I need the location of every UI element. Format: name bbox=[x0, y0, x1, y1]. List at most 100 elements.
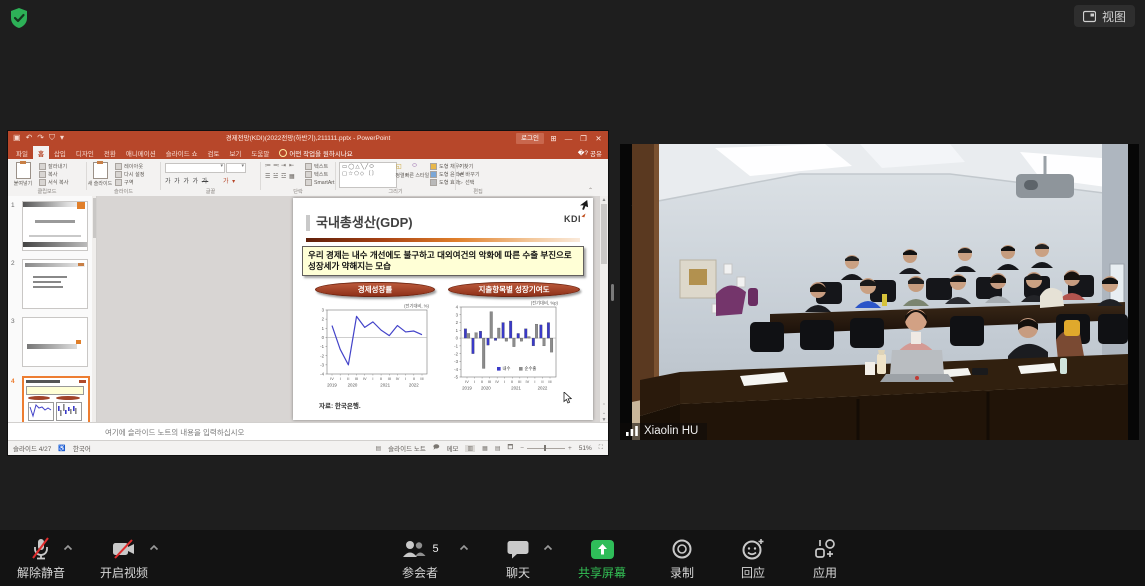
font-color-buttons[interactable]: 가 ▾ bbox=[223, 176, 236, 185]
paste-label[interactable]: 붙여넣기 bbox=[9, 180, 37, 187]
slide-thumbnail-panel[interactable]: 1 2 3 bbox=[8, 196, 97, 423]
notes-placeholder[interactable]: 여기에 슬라이드 노트의 내용을 입력하십시오 bbox=[105, 427, 244, 438]
participants-options-caret[interactable] bbox=[458, 542, 470, 554]
format-painter-button[interactable]: 서식 복사 bbox=[39, 179, 69, 186]
paragraph-group-label: 단락 bbox=[261, 188, 335, 195]
tab-insert[interactable]: 삽입 bbox=[49, 146, 71, 159]
slideshow-view-icon[interactable]: 🗖 bbox=[507, 443, 513, 453]
tab-design[interactable]: 디자인 bbox=[71, 146, 99, 159]
close-icon[interactable]: ✕ bbox=[591, 134, 606, 143]
shapes-gallery[interactable]: ▭◯△╲╱⬭▢☆⬠◇〔〕 bbox=[339, 162, 397, 188]
zoom-percent[interactable]: 51% bbox=[579, 445, 592, 452]
editing-group-label: 편집 bbox=[456, 188, 500, 195]
replace-button[interactable]: ⇄바꾸기 bbox=[459, 171, 480, 178]
ppt-login-button[interactable]: 로그인 bbox=[516, 133, 544, 144]
gdp-growth-line-chart: -4-3-2-10123(전기대비, %)IVIIIIIIIVIIIIIIIVI… bbox=[311, 302, 431, 394]
start-slideshow-icon[interactable]: ⛉ bbox=[49, 133, 55, 143]
tab-file[interactable]: 파일 bbox=[11, 146, 33, 159]
tab-view[interactable]: 보기 bbox=[224, 146, 246, 159]
paste-icon[interactable] bbox=[16, 162, 31, 179]
language-indicator[interactable]: 한국어 bbox=[73, 443, 91, 453]
quick-styles-icon[interactable]: ⬭ bbox=[412, 163, 418, 170]
font-name-combobox[interactable] bbox=[165, 163, 225, 173]
cut-button[interactable]: 잘라내기 bbox=[39, 163, 67, 170]
comments-toggle[interactable]: 메모 bbox=[447, 443, 459, 453]
tab-home[interactable]: 홈 bbox=[33, 146, 49, 159]
new-slide-label[interactable]: 새 슬라이드 bbox=[87, 180, 113, 187]
smartart-button[interactable]: SmartArt bbox=[305, 179, 334, 186]
tab-slideshow[interactable]: 슬라이드 쇼 bbox=[161, 146, 203, 159]
fit-to-window-icon[interactable]: ⛶ bbox=[599, 445, 603, 452]
view-button-label: 视图 bbox=[1102, 8, 1126, 25]
video-options-caret[interactable] bbox=[148, 542, 160, 554]
quick-styles-label[interactable]: 빠른 스타일 bbox=[404, 172, 430, 179]
tab-animations[interactable]: 애니메이션 bbox=[121, 146, 161, 159]
ppt-notes-pane[interactable]: 여기에 슬라이드 노트의 내용을 입력하십시오 bbox=[8, 422, 608, 441]
participant-video-tile[interactable]: Xiaolin HU bbox=[620, 144, 1139, 440]
copy-button[interactable]: 복사 bbox=[39, 171, 58, 178]
layout-button[interactable]: 레이아웃 bbox=[115, 163, 143, 170]
zoom-slider[interactable]: −+ bbox=[520, 445, 572, 452]
tellme-box[interactable]: 어떤 작업을 원하시나요 bbox=[274, 146, 357, 159]
svg-text:IV: IV bbox=[495, 379, 499, 384]
tab-transitions[interactable]: 전환 bbox=[99, 146, 121, 159]
ppt-status-bar: 슬라이드 4/27 ♿ 한국어 ▤ 슬라이드 노트 🗩 메모 ▥ ▦ ▤ 🗖 −… bbox=[8, 440, 608, 455]
slide-thumbnail-3[interactable] bbox=[22, 317, 88, 367]
font-size-combobox[interactable] bbox=[226, 163, 246, 173]
camera-off-icon bbox=[111, 538, 137, 560]
notes-toggle[interactable]: 슬라이드 노트 bbox=[388, 443, 426, 453]
new-slide-icon[interactable] bbox=[93, 162, 108, 179]
reactions-button[interactable]: 回应 bbox=[717, 537, 789, 581]
ppt-ribbon: 붙여넣기 잘라내기 복사 서식 복사 클립보드 새 슬라이드 레이아웃 다시 설… bbox=[8, 159, 608, 197]
font-style-buttons[interactable]: 가 가 가 가 가 bbox=[165, 176, 208, 185]
tab-review[interactable]: 검토 bbox=[202, 146, 224, 159]
redo-icon[interactable]: ↷ bbox=[37, 133, 44, 143]
slide-sorter-view-icon[interactable]: ▦ bbox=[482, 445, 488, 452]
ppt-quick-access-toolbar[interactable]: ▣ ↶ ↷ ⛉ ▾ bbox=[13, 133, 64, 143]
slide-thumbnail-1[interactable] bbox=[22, 201, 88, 251]
reset-button[interactable]: 다시 설정 bbox=[115, 171, 145, 178]
select-button[interactable]: ▷선택 bbox=[459, 179, 475, 186]
tellme-label: 어떤 작업을 원하시나요 bbox=[289, 148, 352, 158]
security-shield-icon[interactable] bbox=[8, 7, 30, 29]
slide-thumbnail-2[interactable] bbox=[22, 259, 88, 309]
text-direction-button[interactable]: 텍스트 bbox=[305, 163, 328, 170]
chat-options-caret[interactable] bbox=[542, 542, 554, 554]
view-button[interactable]: 视图 bbox=[1074, 5, 1135, 27]
svg-text:2: 2 bbox=[322, 317, 325, 322]
section-icon bbox=[115, 179, 122, 186]
ribbon-group-drawing: ▭◯△╲╱⬭▢☆⬠◇〔〕 ◱ 정렬 ⬭ 빠른 스타일 도형 채우기 도형 윤곽선… bbox=[336, 159, 455, 195]
slide-title: 국내총생산(GDP) bbox=[306, 215, 413, 231]
normal-view-icon[interactable]: ▥ bbox=[465, 445, 475, 452]
collapse-ribbon-icon[interactable]: ⌃ bbox=[588, 187, 593, 194]
share-label: 공유 bbox=[590, 148, 602, 158]
maximize-icon[interactable]: ❐ bbox=[576, 134, 591, 143]
ribbon-display-options-icon[interactable]: ⊞ bbox=[546, 134, 561, 143]
person-icon: �? bbox=[578, 149, 588, 157]
align-buttons[interactable]: ☰☱☲▦ bbox=[265, 173, 297, 180]
participants-button[interactable]: 5 参会者 bbox=[384, 537, 456, 581]
list-buttons[interactable]: ≔≕⇥⇤ bbox=[265, 162, 297, 169]
undo-icon[interactable]: ↶ bbox=[26, 133, 33, 143]
reading-view-icon[interactable]: ▤ bbox=[495, 445, 501, 452]
tab-help[interactable]: 도움말 bbox=[246, 146, 274, 159]
record-button[interactable]: 录制 bbox=[646, 537, 718, 581]
find-button[interactable]: ⌕찾기 bbox=[459, 163, 473, 170]
classroom-scene bbox=[620, 144, 1139, 440]
svg-text:I: I bbox=[474, 379, 475, 384]
section-button[interactable]: 구역 bbox=[115, 179, 134, 186]
save-icon[interactable]: ▣ bbox=[13, 133, 21, 143]
arrange-icon[interactable]: ◱ bbox=[396, 163, 403, 170]
align-text-button[interactable]: 텍스트 bbox=[305, 171, 328, 178]
share-screen-button[interactable]: 共享屏幕 bbox=[566, 537, 638, 581]
apps-button[interactable]: 应用 bbox=[789, 537, 861, 581]
svg-text:내수: 내수 bbox=[503, 365, 511, 372]
qat-dropdown-icon[interactable]: ▾ bbox=[60, 133, 64, 143]
panel-splitter-handle[interactable] bbox=[611, 284, 614, 301]
slide-vertical-scrollbar[interactable]: ▲ ⌃ ⌄ ▼ bbox=[600, 196, 608, 423]
share-button[interactable]: �? 공유 bbox=[578, 146, 602, 159]
slide-editing-area[interactable]: 국내총생산(GDP) KDI 우리 경제는 내수 개선에도 불구하고 대외여건의… bbox=[293, 198, 593, 420]
mic-options-caret[interactable] bbox=[62, 542, 74, 554]
slide-thumbnail-4-selected[interactable] bbox=[22, 376, 90, 423]
minimize-icon[interactable]: — bbox=[561, 134, 576, 143]
